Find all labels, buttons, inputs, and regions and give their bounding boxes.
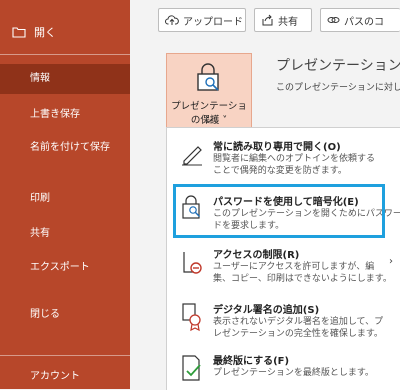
sidebar-item-info[interactable]: 情報 <box>0 64 130 94</box>
sidebar-item-export[interactable]: エクスポート <box>0 262 130 274</box>
sidebar-divider <box>0 355 130 356</box>
sidebar-divider <box>0 54 130 55</box>
sidebar-item-save-as[interactable]: 名前を付けて保存 <box>0 142 120 154</box>
cloud-upload-icon <box>165 15 179 25</box>
menu-item-title: パスワードを使用して暗号化(E) <box>213 197 359 208</box>
section-title: プレゼンテーションの <box>276 58 400 74</box>
share-button[interactable]: 共有 <box>254 8 312 32</box>
copy-path-button[interactable]: パスのコ <box>320 8 400 32</box>
menu-item-desc: プレゼンテーションを最終版とします。 <box>213 368 374 378</box>
sidebar-item-open[interactable]: 開く <box>0 18 130 46</box>
menu-item-desc: ユーザーにアクセスを許可しますが、編 <box>213 262 375 272</box>
menu-item-digital-signature[interactable]: デジタル署名の追加(S) 表示されないデジタル署名を追加して、プ レゼンテーショ… <box>167 298 400 348</box>
sidebar-item-close[interactable]: 閉じる <box>0 309 130 321</box>
menu-item-title: アクセスの制限(R) <box>213 250 300 261</box>
backstage-sidebar: 開く 情報 上書き保存 名前を付けて保存 印刷 共有 エクスポート 閉じる アカ… <box>0 0 130 389</box>
protect-label-line2: の保護 ˅ <box>190 115 228 126</box>
copy-path-label: パスのコ <box>344 16 384 28</box>
sidebar-item-account[interactable]: アカウント <box>0 371 130 383</box>
digital-signature-icon <box>182 303 201 332</box>
menu-item-title: デジタル署名の追加(S) <box>213 305 320 316</box>
section-description: このプレゼンテーションに対して <box>276 83 400 93</box>
menu-item-desc: レゼンテーションの完全性を確保します。 <box>213 329 383 339</box>
share-label: 共有 <box>278 16 298 28</box>
menu-item-desc: このプレゼンテーションを開くためにパスワー <box>213 209 400 219</box>
menu-item-read-only[interactable]: 常に読み取り専用で開く(O) 閲覧者に編集へのオプトインを依頼する ことで偶発的… <box>167 132 400 184</box>
upload-button[interactable]: アップロード <box>158 8 246 32</box>
share-icon <box>262 14 273 26</box>
sidebar-item-label: 開く <box>34 26 56 39</box>
folder-icon <box>12 26 26 38</box>
menu-item-desc: 閲覧者に編集へのオプトインを依頼する <box>213 154 376 164</box>
submenu-arrow-icon: › <box>389 256 393 267</box>
upload-label: アップロード <box>183 16 243 28</box>
menu-item-desc: ことで偶発的な変更を防ぎます。 <box>213 166 347 176</box>
menu-item-encrypt-password[interactable]: パスワードを使用して暗号化(E) このプレゼンテーションを開くためにパスワー ド… <box>167 186 400 240</box>
lock-search-icon <box>197 63 219 91</box>
link-icon <box>327 17 340 23</box>
sidebar-item-share[interactable]: 共有 <box>0 228 130 240</box>
restrict-access-icon <box>183 252 202 274</box>
lock-search-icon <box>182 195 200 219</box>
menu-item-restrict-access[interactable]: アクセスの制限(R) ユーザーにアクセスを許可しますが、編 集、コピー、印刷はで… <box>167 242 400 294</box>
menu-item-desc: 表示されないデジタル署名を追加して、プ <box>213 317 384 327</box>
menu-item-desc: ドを要求します。 <box>213 221 285 231</box>
menu-item-desc: 集、コピー、印刷はできないようにします。 <box>213 274 392 284</box>
menu-item-title: 最終版にする(F) <box>213 356 290 367</box>
pencil-icon <box>182 146 202 166</box>
menu-item-title: 常に読み取り専用で開く(O) <box>213 142 341 153</box>
menu-item-mark-final[interactable]: 最終版にする(F) プレゼンテーションを最終版とします。 <box>167 350 400 390</box>
sidebar-item-save[interactable]: 上書き保存 <box>0 109 130 121</box>
protect-dropdown-menu: 常に読み取り専用で開く(O) 閲覧者に編集へのオプトインを依頼する ことで偶発的… <box>166 127 400 390</box>
mark-final-icon <box>182 355 201 381</box>
sidebar-item-print[interactable]: 印刷 <box>0 193 130 205</box>
